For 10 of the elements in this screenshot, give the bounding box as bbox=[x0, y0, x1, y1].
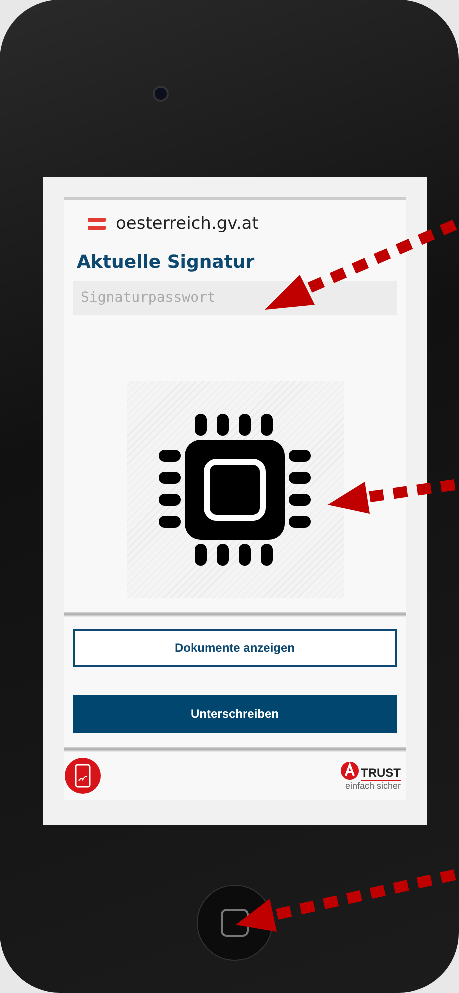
action-button[interactable]: Dokumente anzeigen bbox=[73, 629, 397, 667]
password-field[interactable]: Signaturpasswort bbox=[73, 281, 397, 315]
page-title: Aktuelle Signatur bbox=[77, 252, 256, 273]
camera-icon bbox=[153, 86, 169, 102]
a-logo-icon bbox=[340, 761, 360, 781]
flag-icon bbox=[88, 218, 106, 230]
action-button[interactable]: Unterschreiben bbox=[73, 695, 397, 733]
brand-name: TRUST bbox=[361, 766, 401, 781]
brand-slogan: einfach sicher bbox=[345, 781, 401, 791]
site-name: oesterreich.gv.at bbox=[116, 214, 259, 234]
